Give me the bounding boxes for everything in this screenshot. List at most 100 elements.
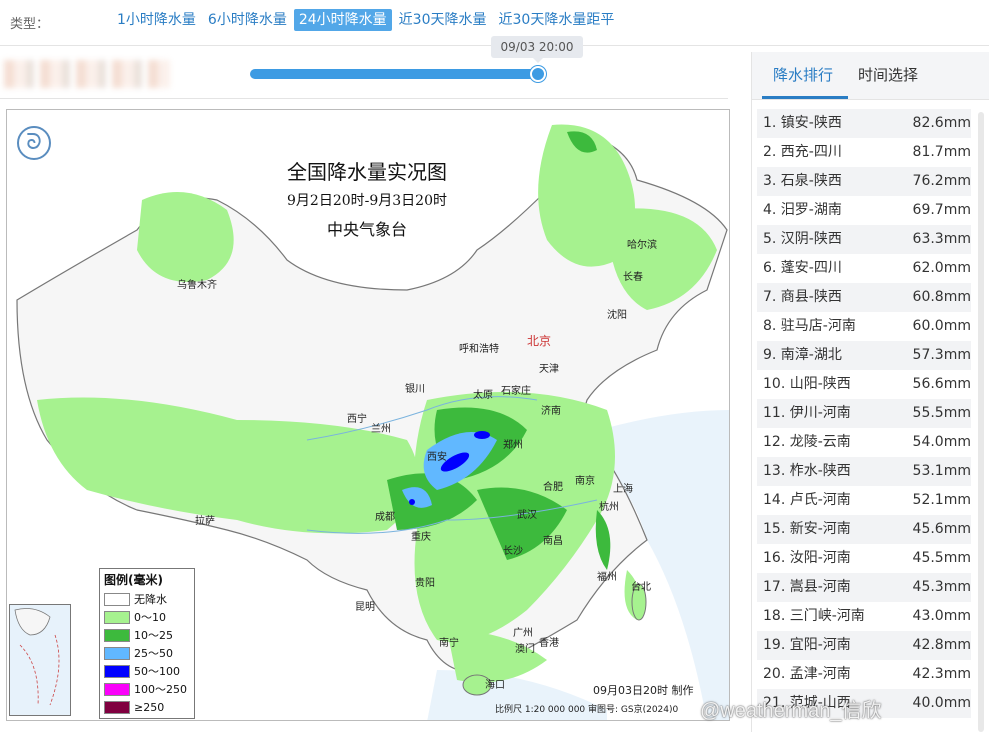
precip-value: 82.6mm: [912, 115, 971, 131]
legend-title: 图例(毫米): [104, 573, 163, 587]
type-tab-6h[interactable]: 6小时降水量: [203, 9, 292, 31]
ranking-row: 6. 蓬安-四川 62.0mm: [757, 254, 971, 283]
slider-thumb[interactable]: [530, 66, 546, 82]
precip-value: 63.3mm: [912, 231, 971, 247]
legend-row: 100～250: [104, 680, 190, 698]
map-org: 中央气象台: [326, 220, 407, 239]
city-label: 郑州: [503, 440, 523, 451]
ranking-panel: 降水排行 时间选择 1. 镇安-陕西 82.6mm 2. 西充-四川 81.7mm 3.…: [751, 52, 989, 732]
legend-swatch: [104, 664, 130, 678]
city-label: 南昌: [543, 536, 563, 547]
legend-label: ≥250: [134, 700, 165, 714]
station-name: 6. 蓬安-四川: [763, 260, 842, 276]
city-label: 澳门: [515, 644, 535, 655]
city-label: 福州: [597, 572, 617, 583]
city-label: 长沙: [503, 546, 523, 557]
legend-row: ≥250: [104, 698, 190, 716]
map-title: 全国降水量实况图: [287, 160, 447, 184]
precip-value: 45.6mm: [912, 521, 971, 537]
divider: [0, 98, 728, 99]
precip-value: 40.0mm: [912, 695, 971, 711]
station-name: 7. 商县-陕西: [763, 289, 842, 305]
city-label: 银川: [405, 384, 425, 395]
map-made-date: 09月03日20时 制作: [593, 684, 694, 697]
legend-row: 10～25: [104, 626, 190, 644]
cma-logo: ᘐ: [17, 126, 51, 160]
legend-swatch: [104, 700, 130, 714]
precip-value: 76.2mm: [912, 173, 971, 189]
ranking-row: 14. 卢氏-河南 52.1mm: [757, 486, 971, 515]
blurred-region: [4, 60, 170, 88]
precip-value: 52.1mm: [912, 492, 971, 508]
city-label: 重庆: [411, 532, 431, 543]
legend-label: 50～100: [134, 665, 180, 678]
city-label: 拉萨: [195, 516, 215, 527]
station-name: 9. 南漳-湖北: [763, 347, 842, 363]
type-tab-30d[interactable]: 近30天降水量: [394, 9, 492, 31]
city-label: 广州: [513, 628, 533, 639]
legend-row: 25～50: [104, 644, 190, 662]
city-label: 兰州: [371, 424, 391, 435]
precip-value: 43.0mm: [912, 608, 971, 624]
ranking-row: 18. 三门峡-河南 43.0mm: [757, 602, 971, 631]
map-subtitle: 9月2日20时-9月3日20时: [287, 193, 447, 209]
type-tab-30d-anomaly[interactable]: 近30天降水量距平: [494, 9, 620, 31]
city-label: 呼和浩特: [459, 344, 499, 355]
station-name: 13. 柞水-陕西: [763, 463, 851, 479]
city-label: 台北: [631, 582, 651, 593]
south-china-sea-inset: [9, 604, 71, 716]
station-name: 10. 山阳-陕西: [763, 376, 851, 392]
precip-value: 60.0mm: [912, 318, 971, 334]
station-name: 3. 石泉-陕西: [763, 173, 842, 189]
ranking-row: 11. 伊川-河南 55.5mm: [757, 399, 971, 428]
legend-label: 10～25: [134, 629, 173, 642]
ranking-row: 5. 汉阴-陕西 63.3mm: [757, 225, 971, 254]
active-tab-underline: [762, 96, 848, 99]
precip-value: 62.0mm: [912, 260, 971, 276]
precip-value: 53.1mm: [912, 463, 971, 479]
tab-time-select[interactable]: 时间选择: [858, 64, 918, 85]
station-name: 15. 新安-河南: [763, 521, 851, 537]
station-name: 11. 伊川-河南: [763, 405, 851, 421]
precip-value: 54.0mm: [912, 434, 971, 450]
ranking-tabs: 降水排行 时间选择: [752, 52, 989, 100]
station-name: 2. 西充-四川: [763, 144, 842, 160]
type-tab-24h[interactable]: 24小时降水量: [293, 9, 392, 31]
legend-label: 无降水: [134, 593, 167, 606]
tab-ranking[interactable]: 降水排行: [773, 64, 833, 85]
city-label: 合肥: [543, 482, 563, 493]
city-label: 贵阳: [415, 578, 435, 589]
city-label: 乌鲁木齐: [177, 280, 217, 291]
city-label: 武汉: [517, 510, 537, 521]
city-label: 石家庄: [501, 386, 531, 397]
ranking-row: 13. 柞水-陕西 53.1mm: [757, 457, 971, 486]
ranking-row: 4. 汨罗-湖南 69.7mm: [757, 196, 971, 225]
ranking-row: 3. 石泉-陕西 76.2mm: [757, 167, 971, 196]
legend-label: 0～10: [134, 611, 166, 624]
city-label: 天津: [539, 364, 559, 375]
precip-value: 42.3mm: [912, 666, 971, 682]
map-legend: 图例(毫米) 无降水 0～10 10～25 25～50 50～100 100～2…: [99, 568, 195, 719]
ranking-row: 19. 宜阳-河南 42.8mm: [757, 631, 971, 660]
city-label-capital: 北京: [527, 334, 552, 348]
ranking-row: 7. 商县-陕西 60.8mm: [757, 283, 971, 312]
city-label: 杭州: [599, 502, 619, 513]
precipitation-map: ᘐ 全国降水量实况图 9月2日20时-9月3日20时 中央气象台 乌鲁木齐 哈尔…: [6, 109, 730, 721]
legend-row: 0～10: [104, 608, 190, 626]
ranking-row: 10. 山阳-陕西 56.6mm: [757, 370, 971, 399]
legend-row: 50～100: [104, 662, 190, 680]
type-tab-1h[interactable]: 1小时降水量: [112, 9, 201, 31]
station-name: 4. 汨罗-湖南: [763, 202, 842, 218]
city-label: 济南: [541, 406, 561, 417]
legend-swatch: [104, 682, 130, 696]
ranking-row: 16. 汝阳-河南 45.5mm: [757, 544, 971, 573]
station-name: 17. 嵩县-河南: [763, 579, 851, 595]
city-label: 南京: [575, 476, 595, 487]
watermark: @weatherman_信欣: [700, 700, 882, 722]
city-label: 西宁: [347, 414, 367, 425]
legend-row: 无降水: [104, 590, 190, 608]
station-name: 14. 卢氏-河南: [763, 492, 851, 508]
time-slider[interactable]: [250, 66, 546, 82]
legend-label: 25～50: [134, 647, 173, 660]
scrollbar[interactable]: [978, 112, 984, 732]
